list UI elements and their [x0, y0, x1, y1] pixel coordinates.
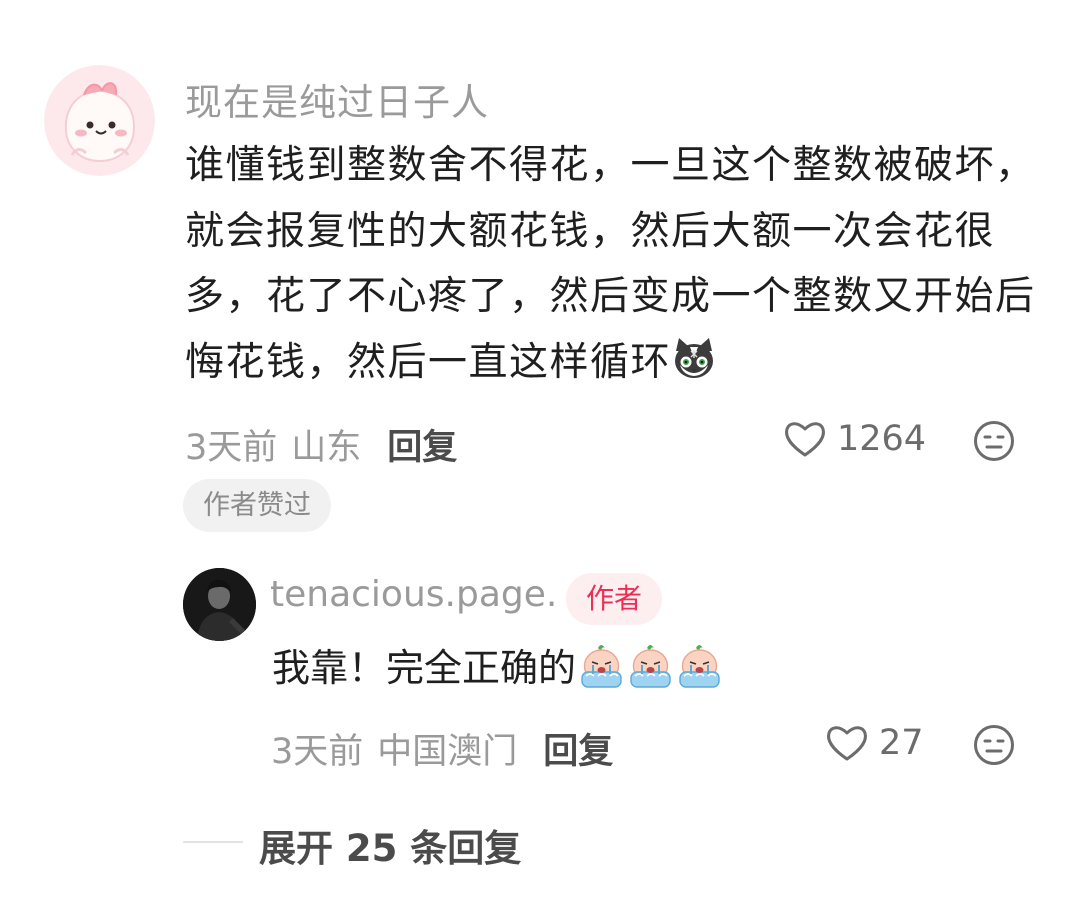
- cat-emoji-icon: [671, 335, 717, 381]
- crying-peach-icon: [578, 642, 625, 689]
- comment-location: 山东: [291, 428, 362, 468]
- reply-like-count: 27: [879, 723, 924, 763]
- author-badge: 作者: [566, 573, 663, 625]
- comment-text: 谁懂钱到整数舍不得花，一旦这个整数被破坏，就会报复性的大额花钱，然后大额一次会花…: [185, 133, 1045, 395]
- crying-peach-icon: [676, 642, 723, 689]
- author-liked-badge: 作者赞过: [183, 479, 331, 532]
- reply-body: 我靠！完全正确的: [272, 646, 577, 690]
- comment-time: 3天前: [185, 428, 278, 468]
- reply-time: 3天前: [271, 732, 364, 772]
- dislike-face-icon[interactable]: [973, 420, 1015, 466]
- comment-body: 谁懂钱到整数舍不得花，一旦这个整数被破坏，就会报复性的大额花钱，然后大额一次会花…: [185, 143, 1036, 385]
- like-count: 1264: [837, 419, 927, 459]
- avatar[interactable]: [44, 65, 155, 176]
- reply-like-button[interactable]: 27: [825, 723, 924, 763]
- reply-dislike-face-icon[interactable]: [973, 724, 1015, 770]
- expand-divider: [183, 841, 243, 843]
- heart-icon: [827, 726, 867, 761]
- reply-username[interactable]: tenacious.page.: [270, 574, 557, 615]
- expand-replies-button[interactable]: 展开 25 条回复: [259, 818, 521, 872]
- heart-icon: [785, 422, 825, 457]
- reply-meta: 3天前 中国澳门 回复: [271, 723, 613, 774]
- reply-button[interactable]: 回复: [387, 419, 457, 470]
- reply-avatar[interactable]: [183, 568, 256, 641]
- comment-meta: 3天前 山东 回复: [185, 419, 457, 470]
- comment-username[interactable]: 现在是纯过日子人: [185, 72, 489, 126]
- like-button[interactable]: 1264: [783, 419, 926, 459]
- reply-location: 中国澳门: [377, 732, 518, 772]
- reply-reply-button[interactable]: 回复: [543, 723, 613, 774]
- crying-peach-icon: [627, 642, 674, 689]
- reply-text: 我靠！完全正确的: [272, 640, 723, 696]
